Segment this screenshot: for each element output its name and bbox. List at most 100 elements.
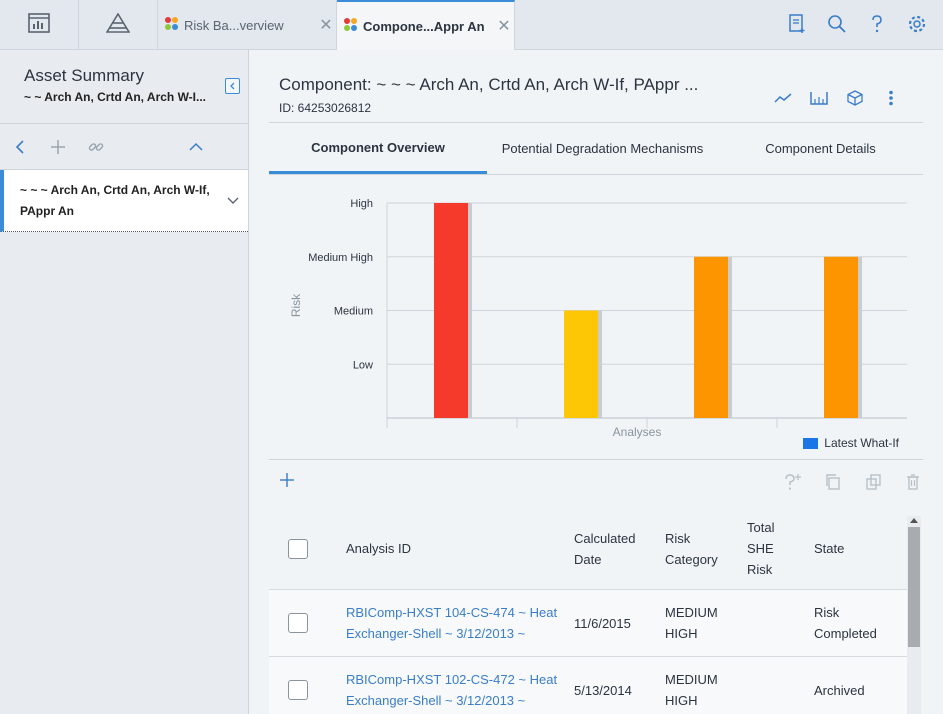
y-tick-label: Low [353, 359, 373, 371]
chevron-up-icon[interactable] [186, 137, 206, 157]
cell-text: MEDIUM [665, 672, 718, 687]
analysis-id-link[interactable]: RBIComp-HXST 102-CS-472 ~ Heat Exchanger… [327, 657, 574, 714]
chart-legend[interactable]: Latest What-If [803, 436, 899, 450]
copy-icon[interactable] [823, 472, 843, 492]
export-icon[interactable] [863, 472, 883, 492]
header-text: Category [665, 551, 718, 567]
gear-icon[interactable] [905, 12, 929, 36]
divider [269, 459, 923, 460]
link-text: Exchanger-Shell ~ 3/12/2013 ~ [346, 693, 526, 708]
component-subtabs: Component Overview Potential Degradation… [269, 123, 923, 175]
back-icon[interactable] [10, 137, 30, 157]
cell-text: HIGH [665, 693, 698, 708]
panel-toolbar [0, 124, 248, 170]
add-icon[interactable] [48, 137, 68, 157]
select-all-checkbox[interactable] [288, 538, 308, 559]
table-scrollbar[interactable] [907, 516, 921, 714]
more-options-icon[interactable] [881, 88, 901, 108]
link-text: RBIComp-HXST 102-CS-472 ~ Heat [346, 672, 558, 687]
risk-category: MEDIUM HIGH [665, 590, 747, 656]
asset-item-label-line1: ~ ~ ~ Arch An, Crtd An, Arch W-If, [20, 183, 210, 197]
risk-app-icon [164, 16, 180, 35]
link-text: Exchanger-Shell ~ 3/12/2013 ~ [346, 626, 526, 641]
tab-component-appr[interactable]: Compone...Appr An ✕ [337, 0, 515, 50]
y-axis-label: Risk [289, 293, 303, 317]
close-icon[interactable]: ✕ [316, 15, 336, 35]
table-row[interactable]: RBIComp-HXST 102-CS-472 ~ Heat Exchanger… [269, 657, 909, 714]
row-checkbox[interactable] [288, 613, 308, 633]
state: Risk Completed [814, 590, 909, 656]
close-icon[interactable]: ✕ [494, 16, 514, 36]
scroll-thumb[interactable] [908, 527, 920, 647]
header-text: Date [574, 551, 602, 567]
chevron-down-icon[interactable] [226, 192, 240, 210]
asset-summary-panel: Asset Summary ~ ~ Arch An, Crtd An, Arch… [0, 50, 249, 714]
dashboard-button[interactable] [0, 0, 79, 50]
tab-component-details[interactable]: Component Details [718, 123, 923, 174]
panel-title: Asset Summary [24, 66, 144, 85]
x-axis-label: Analyses [613, 425, 662, 439]
row-checkbox[interactable] [288, 680, 308, 700]
column-header-total-she-risk[interactable]: Total SHE Risk [747, 508, 814, 589]
column-header-calculated-date[interactable]: Calculated Date [574, 508, 665, 589]
cube-icon[interactable] [845, 88, 865, 108]
column-header-analysis-id[interactable]: Analysis ID [327, 508, 574, 589]
new-document-icon[interactable] [785, 12, 809, 36]
help-add-icon[interactable] [783, 472, 803, 492]
state: Archived [814, 682, 865, 698]
risk-category: MEDIUM HIGH [665, 657, 747, 714]
calculated-date: 11/6/2015 [574, 615, 631, 631]
table-header-row: Analysis ID Calculated Date Risk Categor… [269, 508, 909, 590]
component-title: Component: ~ ~ ~ Arch An, Crtd An, Arch … [279, 75, 699, 94]
link-icon[interactable] [86, 137, 106, 157]
analyses-table: Analysis ID Calculated Date Risk Categor… [269, 508, 909, 714]
tab-label: Compone...Appr An [363, 18, 485, 34]
asset-hierarchy-button[interactable] [79, 0, 158, 50]
tab-component-overview[interactable]: Component Overview [269, 123, 487, 174]
trend-chart-icon[interactable] [773, 88, 793, 108]
link-text: RBIComp-HXST 104-CS-474 ~ Heat [346, 605, 558, 620]
collapse-panel-button[interactable] [225, 78, 240, 94]
legend-label: Latest What-If [824, 436, 899, 450]
legend-swatch [803, 437, 819, 449]
help-icon[interactable] [865, 12, 889, 36]
cell-text: Completed [814, 626, 877, 641]
calculated-date: 5/13/2014 [574, 682, 632, 698]
asset-list-item[interactable]: ~ ~ ~ Arch An, Crtd An, Arch W-If, PAppr… [0, 170, 248, 232]
add-analysis-icon[interactable] [279, 472, 295, 493]
bar [564, 310, 598, 418]
top-tab-bar: Risk Ba...verview ✕ Compone...Appr An ✕ [0, 0, 943, 50]
main-content: Component: ~ ~ ~ Arch An, Crtd An, Arch … [250, 50, 943, 714]
table-row[interactable]: RBIComp-HXST 104-CS-474 ~ Heat Exchanger… [269, 590, 909, 657]
cell-text: MEDIUM [665, 605, 718, 620]
header-text: Risk [747, 562, 773, 577]
header-text: Risk [665, 530, 691, 546]
tab-label: Risk Ba...verview [184, 17, 284, 33]
total-she-risk [747, 657, 814, 714]
component-id: ID: 64253026812 [279, 101, 372, 115]
bar [824, 256, 858, 418]
cell-text: HIGH [665, 626, 698, 641]
header-text: Total [747, 520, 775, 535]
trash-icon[interactable] [903, 472, 923, 492]
risk-bar-chart: Low Medium Medium High High Analyses Risk [289, 198, 907, 439]
scroll-up-arrow[interactable] [910, 518, 918, 523]
asset-summary-header: Asset Summary ~ ~ Arch An, Crtd An, Arch… [0, 50, 248, 124]
total-she-risk [747, 590, 814, 656]
risk-chart: Low Medium Medium High High Analyses Risk Lat… [269, 180, 923, 460]
dashboard-icon [28, 12, 50, 38]
header-text: Calculated [574, 530, 636, 546]
search-icon[interactable] [825, 12, 849, 36]
bar [434, 203, 468, 418]
measurement-icon[interactable] [809, 88, 829, 108]
tab-potential-degradation-mechanisms[interactable]: Potential Degradation Mechanisms [487, 123, 718, 174]
y-tick-label: Medium High [308, 252, 373, 264]
column-header-state[interactable]: State [814, 508, 909, 589]
column-header-risk-category[interactable]: Risk Category [665, 508, 747, 589]
pyramid-icon [105, 11, 131, 38]
panel-subtitle: ~ ~ Arch An, Crtd An, Arch W-I... [24, 90, 206, 104]
header-text: SHE [747, 541, 774, 556]
component-app-icon [343, 17, 359, 36]
analysis-id-link[interactable]: RBIComp-HXST 104-CS-474 ~ Heat Exchanger… [327, 590, 574, 656]
tab-risk-based-overview[interactable]: Risk Ba...verview ✕ [158, 0, 337, 50]
